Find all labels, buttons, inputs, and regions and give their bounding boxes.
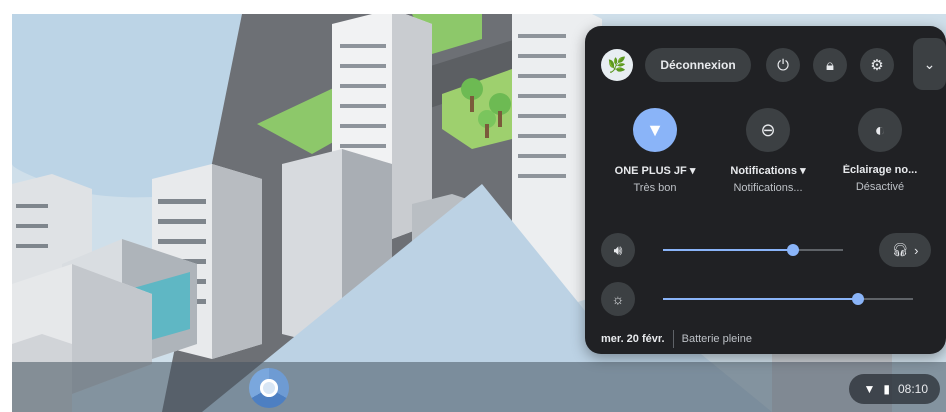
quick-settings-header: 🌿 Déconnexion ⏻ 🔒︎ ⚙ ⌄ bbox=[601, 38, 946, 90]
audio-settings-button[interactable]: 🎧︎ › bbox=[879, 233, 931, 267]
volume-slider-thumb[interactable] bbox=[786, 244, 799, 256]
brightness-icon[interactable]: ☼ bbox=[601, 282, 635, 316]
tile-label: ONE PLUS JF ▾ bbox=[614, 165, 696, 177]
tile-status: Très bon bbox=[633, 182, 677, 194]
tile-notifications[interactable]: ⊖ Notifications ▾ Notifications... bbox=[713, 108, 823, 194]
tile-status: Notifications... bbox=[733, 182, 803, 194]
chevron-right-icon: › bbox=[914, 242, 919, 258]
tile-night-light[interactable]: ◐ Éclairage no... Désactivé bbox=[825, 108, 935, 193]
tile-network[interactable]: ▼ ONE PLUS JF ▾ Très bon bbox=[600, 108, 710, 194]
power-icon[interactable]: ⏻ bbox=[766, 48, 800, 82]
headphones-icon: 🎧︎ bbox=[891, 242, 909, 257]
wifi-icon[interactable]: ▼ bbox=[633, 108, 677, 152]
clock: 08:10 bbox=[897, 382, 928, 396]
chrome-icon[interactable] bbox=[249, 368, 289, 408]
brightness-slider-thumb[interactable] bbox=[852, 293, 864, 305]
battery-icon: ▮ bbox=[883, 382, 890, 396]
volume-row: 🔊︎ 🎧︎ › bbox=[601, 233, 931, 267]
tile-label: Éclairage no... bbox=[842, 164, 918, 176]
brightness-row: ☼ bbox=[601, 282, 931, 316]
sign-out-button[interactable]: Déconnexion bbox=[645, 48, 751, 82]
tile-label: Notifications ▾ bbox=[730, 165, 806, 177]
shelf: ▼ ▮ 08:10 bbox=[12, 362, 946, 412]
quick-settings-panel: 🌿 Déconnexion ⏻ 🔒︎ ⚙ ⌄ ▼ ONE PLUS JF ▾ T… bbox=[585, 26, 946, 354]
divider bbox=[672, 330, 674, 348]
desktop: ▼ ▮ 08:10 🌿 Déconnexion ⏻ 🔒︎ ⚙ ⌄ ▼ ONE P… bbox=[12, 14, 946, 412]
chevron-down-icon[interactable]: ⌄ bbox=[913, 38, 946, 90]
status-tray[interactable]: ▼ ▮ 08:10 bbox=[849, 374, 940, 404]
wifi-icon: ▼ bbox=[863, 382, 876, 396]
volume-icon[interactable]: 🔊︎ bbox=[601, 233, 635, 267]
night-light-icon[interactable]: ◐ bbox=[858, 108, 902, 152]
volume-slider[interactable] bbox=[663, 244, 843, 256]
date-label[interactable]: mer. 20 févr. bbox=[601, 333, 665, 345]
tile-status: Désactivé bbox=[855, 181, 905, 193]
brightness-slider[interactable] bbox=[663, 293, 913, 305]
gear-icon[interactable]: ⚙ bbox=[860, 48, 894, 82]
lock-icon[interactable]: 🔒︎ bbox=[813, 48, 847, 82]
do-not-disturb-icon[interactable]: ⊖ bbox=[746, 108, 790, 152]
quick-settings-footer: mer. 20 févr. Batterie pleine bbox=[601, 330, 752, 348]
avatar[interactable]: 🌿 bbox=[601, 49, 633, 81]
battery-status: Batterie pleine bbox=[681, 333, 752, 345]
